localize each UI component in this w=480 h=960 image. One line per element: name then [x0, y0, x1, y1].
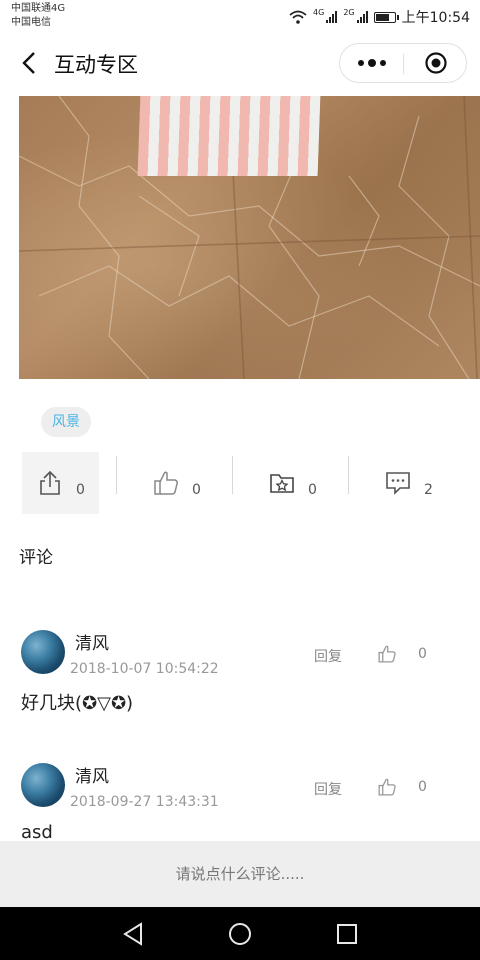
comment-text: asd: [21, 822, 53, 841]
avatar[interactable]: [21, 763, 65, 807]
circle-home-icon: [229, 923, 251, 945]
status-icons: 4G 2G 上午10:54: [289, 8, 470, 26]
status-bar: 中国联通4G 中国电信 4G 2G 上午10:54: [0, 0, 480, 34]
like-count: 0: [192, 482, 201, 498]
signal-icon: [356, 11, 368, 23]
photo-cloth: [137, 96, 321, 176]
system-home-button[interactable]: [225, 919, 255, 949]
comment-bubble-icon: [386, 472, 410, 495]
more-button[interactable]: [340, 44, 403, 82]
back-button[interactable]: [14, 48, 44, 78]
nav-bar: 互动专区: [0, 34, 480, 94]
battery-icon: [373, 11, 399, 23]
post-actions: 0 0 0 2: [0, 452, 480, 516]
comment-input[interactable]: 请说点什么评论.....: [0, 841, 480, 907]
carrier-2: 中国电信: [11, 17, 51, 28]
action-divider: [348, 456, 349, 494]
category-tag[interactable]: 风景: [41, 407, 91, 437]
comment-button[interactable]: 2: [384, 452, 433, 514]
share-icon: [40, 470, 60, 495]
triangle-back-icon: [123, 922, 142, 946]
collect-count: 0: [308, 482, 317, 498]
chevron-left-icon: [22, 52, 35, 74]
comment-item: 清风 2018-09-27 13:43:31 回复 0 asd: [0, 753, 480, 841]
clock: 上午10:54: [401, 10, 470, 26]
comment-item: 清风 2018-10-07 10:54:22 回复 0 好几块(✪▽✪): [0, 620, 480, 720]
system-back-button[interactable]: [118, 919, 148, 949]
signal-icon: [326, 11, 338, 23]
comment-author: 清风: [75, 767, 109, 787]
reply-button[interactable]: 回复: [314, 646, 342, 666]
system-navigation-bar: [0, 907, 480, 960]
action-divider: [232, 456, 233, 494]
collect-button[interactable]: 0: [268, 452, 317, 514]
more-dots-icon: [357, 59, 386, 67]
share-count: 0: [76, 482, 85, 498]
reply-button[interactable]: 回复: [314, 779, 342, 799]
thumbs-up-icon[interactable]: [377, 644, 397, 664]
network-label-1: 4G: [313, 8, 325, 17]
mini-program-capsule: [339, 43, 467, 83]
comment-like-count: 0: [418, 779, 427, 795]
like-button[interactable]: 0: [152, 452, 201, 514]
comment-text: 好几块(✪▽✪): [21, 693, 134, 714]
action-divider: [116, 456, 117, 494]
carrier-1: 中国联通4G: [11, 3, 66, 14]
thumbs-up-icon[interactable]: [377, 777, 397, 797]
system-recents-button[interactable]: [332, 919, 362, 949]
post-photo[interactable]: [19, 96, 480, 379]
thumbs-up-icon: [154, 471, 178, 495]
share-button[interactable]: 0: [22, 452, 99, 514]
comment-time: 2018-09-27 13:43:31: [70, 794, 219, 810]
comment-time: 2018-10-07 10:54:22: [70, 661, 219, 677]
comment-author: 清风: [75, 634, 109, 654]
page-title: 互动专区: [54, 53, 138, 77]
target-close-icon: [424, 52, 447, 74]
comments-heading: 评论: [19, 548, 53, 568]
close-mini-program-button[interactable]: [404, 44, 467, 82]
comment-input-bar[interactable]: 请说点什么评论.....: [0, 841, 480, 907]
folder-star-icon: [270, 474, 294, 493]
comment-like-count: 0: [418, 646, 427, 662]
avatar[interactable]: [21, 630, 65, 674]
comment-count: 2: [424, 482, 433, 498]
square-recents-icon: [337, 924, 357, 944]
wifi-icon: [289, 10, 307, 24]
network-label-2: 2G: [343, 8, 355, 17]
